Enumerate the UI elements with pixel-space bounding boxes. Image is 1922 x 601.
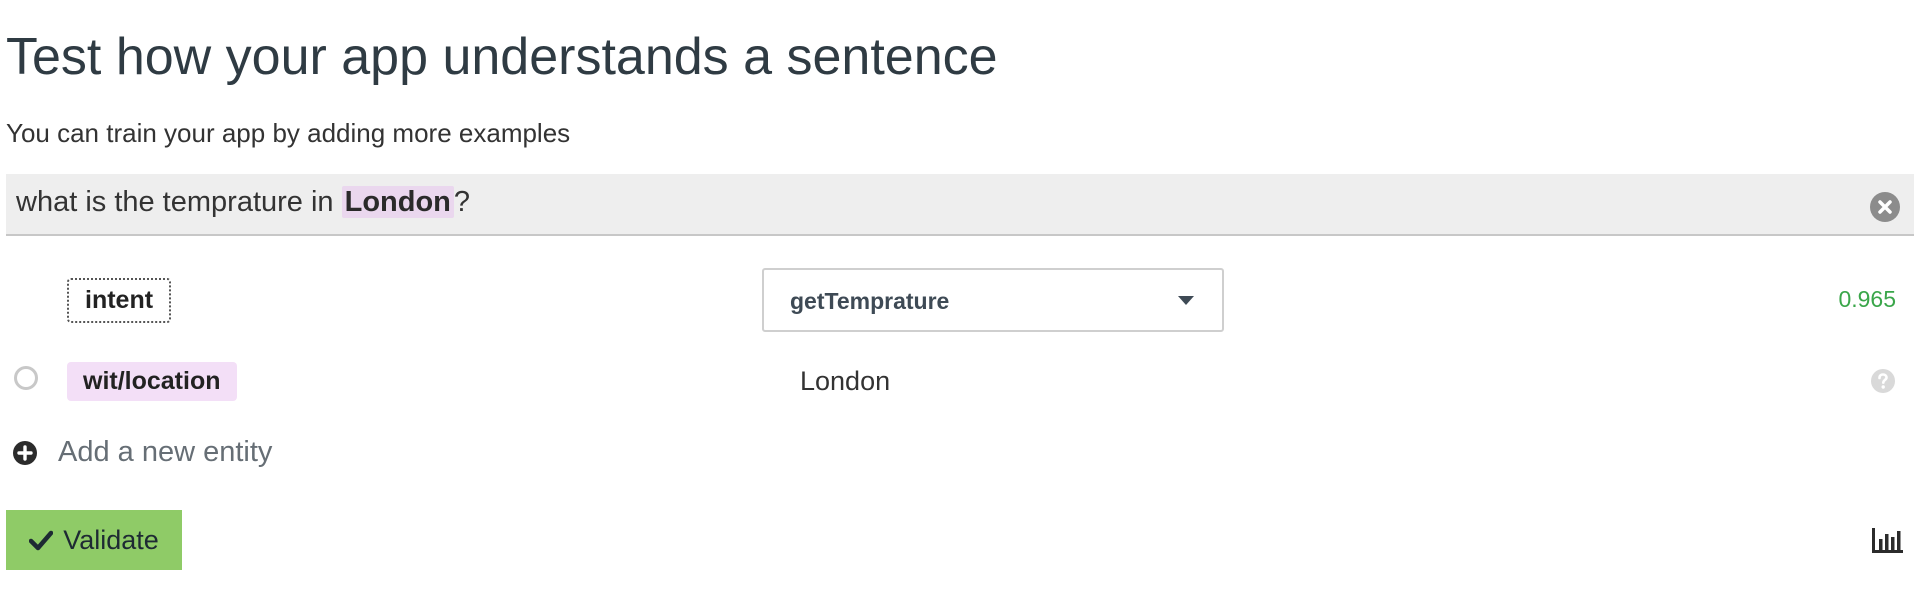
- bar-chart-icon[interactable]: [1870, 526, 1904, 554]
- intent-tag[interactable]: intent: [67, 278, 172, 323]
- chevron-down-icon: [1178, 296, 1194, 305]
- clear-icon[interactable]: [1870, 192, 1900, 222]
- entity-tag[interactable]: wit/location: [67, 362, 237, 401]
- plus-circle-icon: [13, 440, 37, 465]
- sentence-text[interactable]: what is the temprature in London?: [16, 186, 470, 219]
- entity-radio[interactable]: [14, 366, 38, 390]
- validate-label: Validate: [63, 524, 159, 555]
- intent-row: intent getTemprature 0.965: [6, 268, 1914, 332]
- entity-row: wit/location London: [6, 356, 1914, 404]
- sentence-input[interactable]: what is the temprature in London?: [6, 174, 1914, 236]
- intent-confidence: 0.965: [1838, 286, 1896, 312]
- help-icon[interactable]: [1870, 368, 1896, 394]
- check-icon: [29, 530, 54, 551]
- add-entity-label: Add a new entity: [58, 436, 273, 468]
- sentence-text-before: what is the temprature in: [16, 186, 342, 218]
- intent-selected-value: getTemprature: [790, 288, 950, 314]
- sentence-entity-highlight[interactable]: London: [341, 186, 454, 218]
- page-title: Test how your app understands a sentence: [6, 28, 998, 86]
- page-subtitle: You can train your app by adding more ex…: [6, 118, 571, 148]
- sentence-text-after: ?: [453, 186, 471, 218]
- add-entity-button[interactable]: Add a new entity: [12, 436, 272, 469]
- validate-button[interactable]: Validate: [6, 510, 182, 570]
- intent-dropdown[interactable]: getTemprature: [762, 268, 1224, 332]
- entity-value[interactable]: London: [800, 366, 890, 397]
